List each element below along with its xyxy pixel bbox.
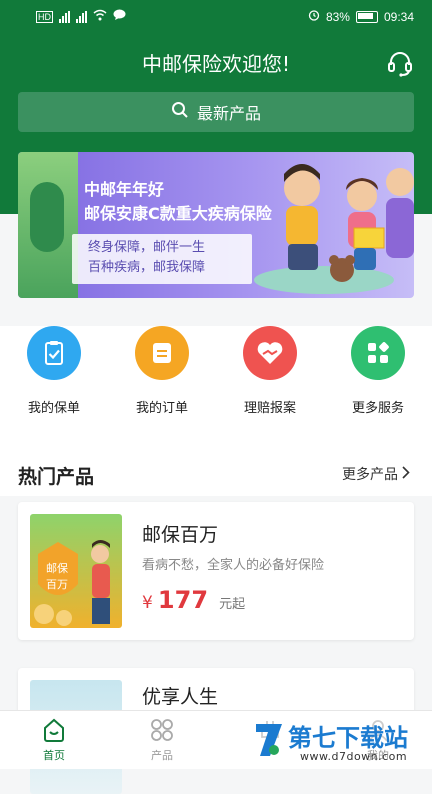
price-currency: ¥	[142, 593, 153, 613]
watermark: 第七下载站 www.d7down.com	[252, 716, 424, 766]
battery-icon	[355, 10, 378, 23]
banner-tagline-2: 百种疾病，邮我保障	[88, 260, 206, 275]
policy-icon	[27, 326, 81, 380]
wifi-icon	[93, 9, 107, 24]
banner-tree-illustration	[18, 152, 78, 298]
tab-home[interactable]: 首页	[0, 717, 108, 763]
more-products-label: 更多产品	[342, 467, 398, 483]
quick-actions: 我的保单 我的订单 理赔报案 更多服务	[0, 326, 432, 416]
watermark-url: www.d7down.com	[300, 750, 408, 763]
chevron-right-icon	[402, 465, 410, 483]
search-icon	[171, 101, 189, 123]
quick-action-more-services[interactable]: 更多服务	[324, 326, 432, 416]
status-bar: HD 83% 09:34	[0, 0, 432, 34]
product-thumbnail: 邮保 百万	[30, 514, 122, 628]
page-title: 中邮保险欢迎您!	[141, 52, 291, 76]
watermark-brand: 第七下载站	[288, 724, 408, 752]
battery-percent: 83%	[325, 9, 350, 24]
banner-headline: 中邮年年好	[84, 180, 165, 199]
status-icons-left: HD	[36, 9, 126, 24]
quick-action-label: 我的订单	[135, 401, 188, 416]
home-icon	[41, 717, 67, 743]
product-card[interactable]: 邮保 百万 邮保百万 看病不愁，全家人的必备好保险 ¥ 177 元起	[18, 502, 414, 640]
tab-products[interactable]: 产品	[108, 717, 216, 763]
signal-icon-2	[76, 10, 87, 23]
price-unit: 元起	[219, 597, 246, 612]
quick-action-my-orders[interactable]: 我的订单	[108, 326, 216, 416]
products-grid-icon	[149, 717, 175, 743]
clock-time: 09:34	[383, 9, 414, 24]
product-name: 优享人生	[142, 686, 219, 708]
quick-action-label: 理赔报案	[243, 401, 296, 416]
product-price: ¥ 177 元起	[142, 586, 245, 614]
banner-tagline-1: 终身保障，邮伴一生	[88, 240, 206, 255]
quick-action-label: 我的保单	[27, 401, 80, 416]
more-services-icon	[351, 326, 405, 380]
hd-icon: HD	[36, 10, 53, 23]
quick-action-claims[interactable]: 理赔报案	[216, 326, 324, 416]
product-description: 看病不愁，全家人的必备好保险	[142, 558, 325, 573]
signal-icon	[59, 10, 70, 23]
status-icons-right: 83% 09:34	[308, 9, 414, 24]
price-amount: 177	[157, 586, 209, 614]
claim-heart-icon	[243, 326, 297, 380]
promo-banner[interactable]: 中邮年年好 邮保安康C款重大疾病保险 终身保障，邮伴一生 百种疾病，邮我保障	[18, 152, 414, 298]
customer-service-headset-icon[interactable]	[384, 48, 416, 80]
more-products-link[interactable]: 更多产品	[342, 464, 410, 484]
search-label: 最新产品	[196, 104, 261, 123]
banner-family-illustration	[254, 164, 414, 294]
watermark-logo-icon	[256, 724, 282, 756]
product-name: 邮保百万	[142, 524, 219, 546]
svg-text:邮保: 邮保	[46, 561, 68, 575]
order-icon	[135, 326, 189, 380]
message-icon	[113, 9, 126, 24]
banner-product-name: 邮保安康C款重大疾病保险	[84, 204, 272, 223]
svg-text:百万: 百万	[46, 578, 68, 591]
alarm-icon	[308, 9, 320, 24]
quick-action-label: 更多服务	[351, 401, 404, 416]
hot-products-title: 热门产品	[18, 466, 95, 488]
search-bar[interactable]: 最新产品	[18, 92, 414, 132]
banner-tagline-box: 终身保障，邮伴一生 百种疾病，邮我保障	[72, 234, 252, 284]
tab-label: 产品	[151, 749, 173, 762]
tab-label: 首页	[43, 749, 65, 762]
quick-action-my-policy[interactable]: 我的保单	[0, 326, 108, 416]
